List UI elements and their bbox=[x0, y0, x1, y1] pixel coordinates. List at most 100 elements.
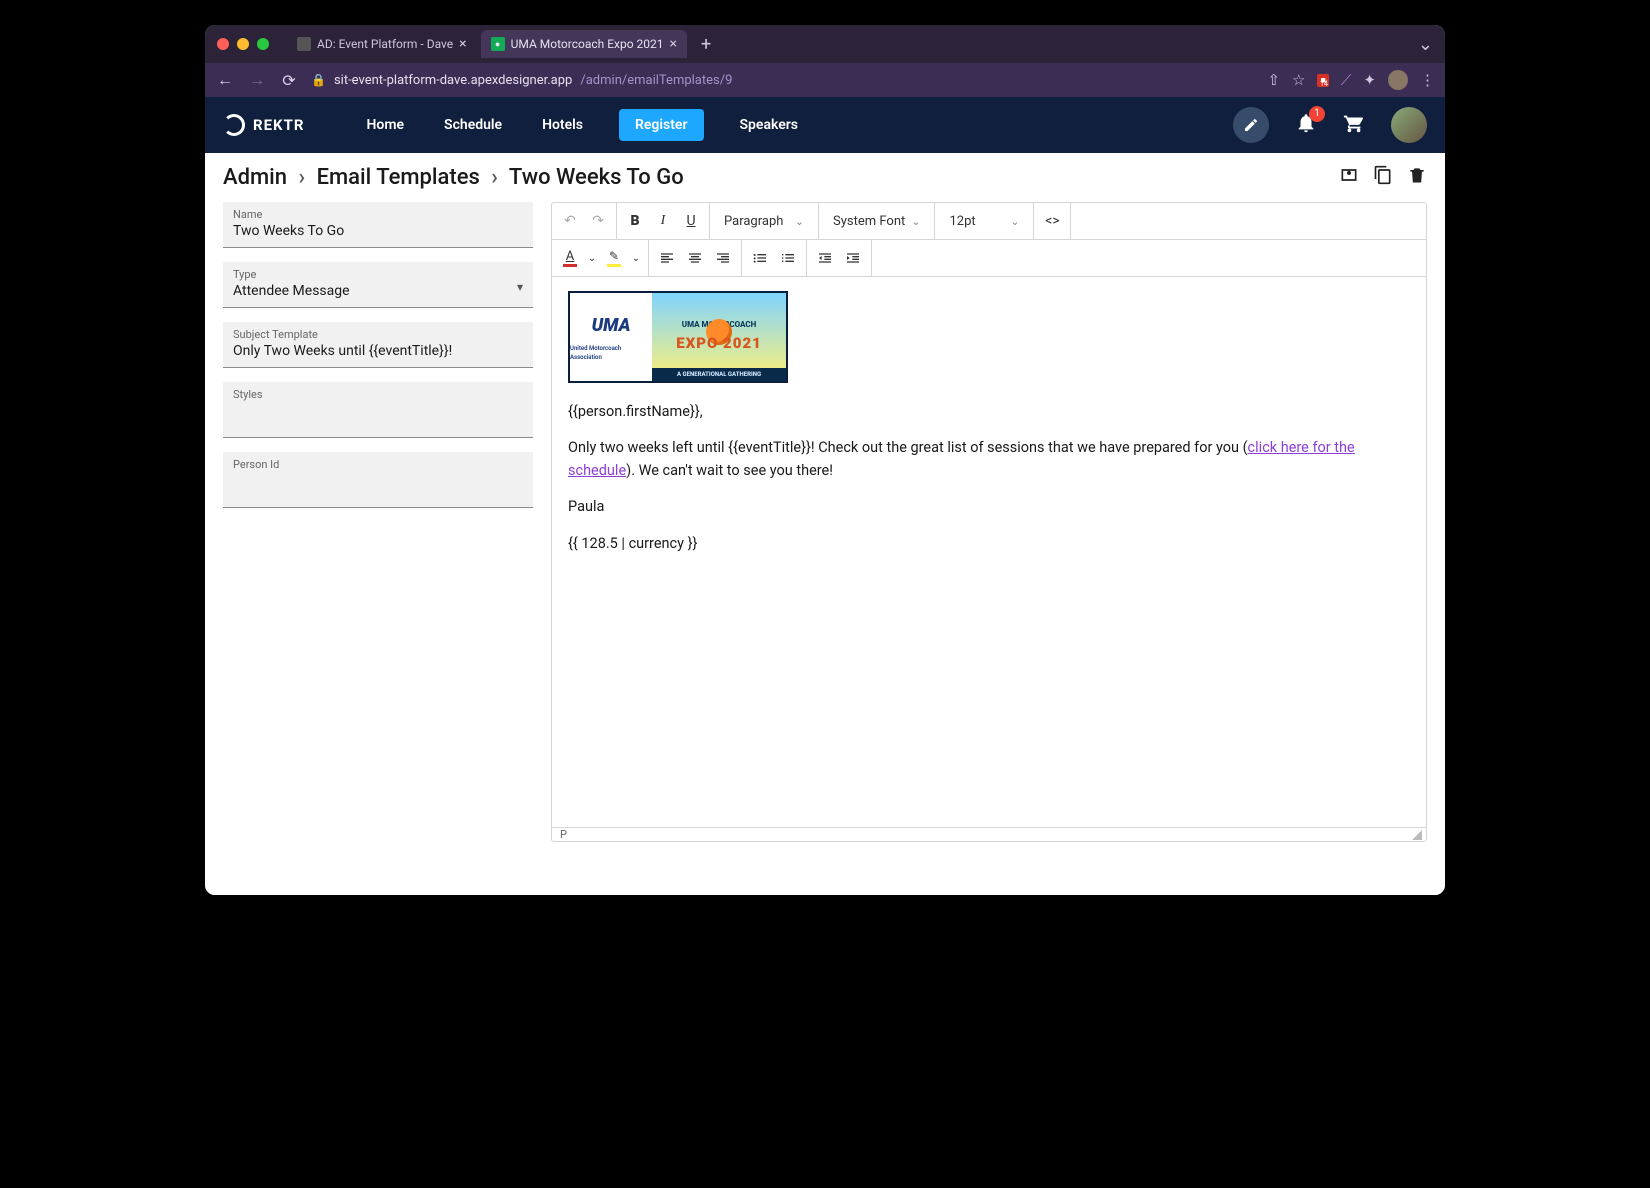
person-id-value[interactable] bbox=[233, 473, 523, 499]
highlight-color-button[interactable]: ✎ bbox=[600, 244, 628, 272]
tab-close-icon[interactable]: × bbox=[459, 36, 466, 52]
back-button[interactable]: ← bbox=[215, 70, 235, 90]
extension-icon[interactable]: ⟋ bbox=[1341, 71, 1352, 89]
tab-favicon bbox=[297, 37, 311, 51]
email-signature: Paula bbox=[568, 496, 1410, 518]
delete-button[interactable] bbox=[1407, 165, 1427, 190]
type-label: Type bbox=[233, 268, 523, 281]
url-host: sit-event-platform-dave.apexdesigner.app bbox=[334, 73, 572, 88]
window-controls bbox=[217, 38, 269, 50]
edit-button[interactable] bbox=[1233, 107, 1269, 143]
lock-icon: 🔒 bbox=[311, 73, 326, 87]
browser-tab-active[interactable]: ● UMA Motorcoach Expo 2021 × bbox=[481, 30, 687, 58]
outdent-button[interactable] bbox=[811, 244, 839, 272]
italic-button[interactable]: I bbox=[649, 207, 677, 235]
share-icon[interactable]: ⇧ bbox=[1267, 71, 1280, 89]
copy-icon bbox=[1373, 165, 1393, 185]
text-color-button[interactable]: A bbox=[556, 244, 584, 272]
person-id-field[interactable]: Person Id bbox=[223, 452, 533, 508]
minimize-window-button[interactable] bbox=[237, 38, 249, 50]
bullet-list-button[interactable] bbox=[746, 244, 774, 272]
address-bar[interactable]: 🔒 sit-event-platform-dave.apexdesigner.a… bbox=[311, 73, 1255, 88]
app-viewport: REKTR Home Schedule Hotels Register Spea… bbox=[205, 97, 1445, 895]
reload-button[interactable]: ⟳ bbox=[279, 71, 299, 90]
chevron-right-icon: › bbox=[292, 165, 311, 190]
bold-button[interactable]: B bbox=[621, 207, 649, 235]
copy-button[interactable] bbox=[1373, 165, 1393, 190]
email-banner-image[interactable]: UMA United Motorcoach Association UMA MO… bbox=[568, 291, 788, 383]
forward-button[interactable]: → bbox=[247, 70, 267, 90]
resize-handle[interactable] bbox=[1412, 830, 1422, 840]
nav-schedule[interactable]: Schedule bbox=[440, 109, 506, 141]
user-avatar[interactable] bbox=[1391, 107, 1427, 143]
font-family-value: System Font bbox=[833, 214, 905, 229]
browser-toolbar: ← → ⟳ 🔒 sit-event-platform-dave.apexdesi… bbox=[205, 63, 1445, 97]
email-greeting: {{person.firstName}}, bbox=[568, 401, 1410, 423]
editor-toolbar-row-1: ↶ ↷ B I U Paragraph⌄ bbox=[552, 203, 1426, 240]
brand-name: REKTR bbox=[253, 116, 305, 134]
align-left-button[interactable] bbox=[653, 244, 681, 272]
extension-badge[interactable]: ■14 bbox=[1317, 74, 1328, 87]
chevron-down-icon: ⌄ bbox=[795, 215, 804, 228]
highlight-color-menu[interactable]: ⌄ bbox=[628, 244, 644, 272]
align-right-button[interactable] bbox=[709, 244, 737, 272]
notifications-button[interactable]: 1 bbox=[1295, 112, 1317, 139]
undo-button[interactable]: ↶ bbox=[556, 207, 584, 235]
source-code-button[interactable]: <> bbox=[1038, 207, 1066, 235]
browser-tab-inactive[interactable]: AD: Event Platform - Dave × bbox=[287, 30, 477, 58]
redo-button[interactable]: ↷ bbox=[584, 207, 612, 235]
subject-field[interactable]: Subject Template Only Two Weeks until {{… bbox=[223, 322, 533, 368]
editor-statusbar: P bbox=[552, 827, 1426, 841]
align-center-icon bbox=[687, 250, 703, 266]
underline-button[interactable]: U bbox=[677, 207, 705, 235]
extensions-menu-icon[interactable]: ✦ bbox=[1363, 71, 1376, 89]
subject-value[interactable]: Only Two Weeks until {{eventTitle}}! bbox=[233, 343, 523, 359]
pencil-icon bbox=[1243, 117, 1259, 133]
browser-extension-icons: ⇧ ☆ ■14 ⟋ ✦ ⋮ bbox=[1267, 70, 1435, 90]
font-family-select[interactable]: System Font⌄ bbox=[823, 214, 930, 229]
editor-path: P bbox=[560, 828, 567, 841]
font-size-select[interactable]: 12pt⌄ bbox=[939, 214, 1029, 229]
tab-close-icon[interactable]: × bbox=[670, 36, 677, 52]
cart-button[interactable] bbox=[1343, 112, 1365, 139]
styles-label: Styles bbox=[233, 388, 523, 401]
indent-button[interactable] bbox=[839, 244, 867, 272]
nav-register[interactable]: Register bbox=[619, 109, 704, 141]
bullet-list-icon bbox=[752, 250, 768, 266]
maximize-window-button[interactable] bbox=[257, 38, 269, 50]
text-color-menu[interactable]: ⌄ bbox=[584, 244, 600, 272]
bookmark-icon[interactable]: ☆ bbox=[1292, 71, 1305, 89]
email-currency-expr: {{ 128.5 | currency }} bbox=[568, 533, 1410, 555]
browser-menu-icon[interactable]: ⋮ bbox=[1420, 71, 1435, 89]
type-value: Attendee Message bbox=[233, 283, 523, 299]
styles-value[interactable] bbox=[233, 403, 523, 429]
preview-icon bbox=[1339, 165, 1359, 185]
breadcrumb: Admin › Email Templates › Two Weeks To G… bbox=[223, 165, 684, 190]
block-format-select[interactable]: Paragraph⌄ bbox=[714, 214, 814, 229]
type-field[interactable]: Type Attendee Message ▾ bbox=[223, 262, 533, 308]
nav-home[interactable]: Home bbox=[363, 109, 409, 141]
notification-badge: 1 bbox=[1309, 106, 1325, 122]
new-tab-button[interactable]: + bbox=[691, 34, 721, 55]
page-content: Name Two Weeks To Go Type Attendee Messa… bbox=[205, 202, 1445, 860]
browser-window: AD: Event Platform - Dave × ● UMA Motorc… bbox=[205, 25, 1445, 895]
editor-content[interactable]: UMA United Motorcoach Association UMA MO… bbox=[552, 277, 1426, 827]
profile-avatar[interactable] bbox=[1388, 70, 1408, 90]
person-id-label: Person Id bbox=[233, 458, 523, 471]
breadcrumb-row: Admin › Email Templates › Two Weeks To G… bbox=[205, 153, 1445, 202]
number-list-button[interactable] bbox=[774, 244, 802, 272]
styles-field[interactable]: Styles bbox=[223, 382, 533, 438]
preview-button[interactable] bbox=[1339, 165, 1359, 190]
brand-logo[interactable]: REKTR bbox=[223, 114, 305, 136]
name-field[interactable]: Name Two Weeks To Go bbox=[223, 202, 533, 248]
banner-uma-sub: United Motorcoach Association bbox=[570, 344, 652, 363]
page-scroll[interactable]: Admin › Email Templates › Two Weeks To G… bbox=[205, 153, 1445, 895]
name-value[interactable]: Two Weeks To Go bbox=[233, 223, 523, 239]
close-window-button[interactable] bbox=[217, 38, 229, 50]
breadcrumb-email-templates[interactable]: Email Templates bbox=[317, 165, 480, 190]
nav-hotels[interactable]: Hotels bbox=[538, 109, 587, 141]
tab-list-button[interactable]: ⌄ bbox=[1418, 34, 1433, 55]
align-center-button[interactable] bbox=[681, 244, 709, 272]
breadcrumb-admin[interactable]: Admin bbox=[223, 165, 287, 190]
nav-speakers[interactable]: Speakers bbox=[736, 109, 803, 141]
